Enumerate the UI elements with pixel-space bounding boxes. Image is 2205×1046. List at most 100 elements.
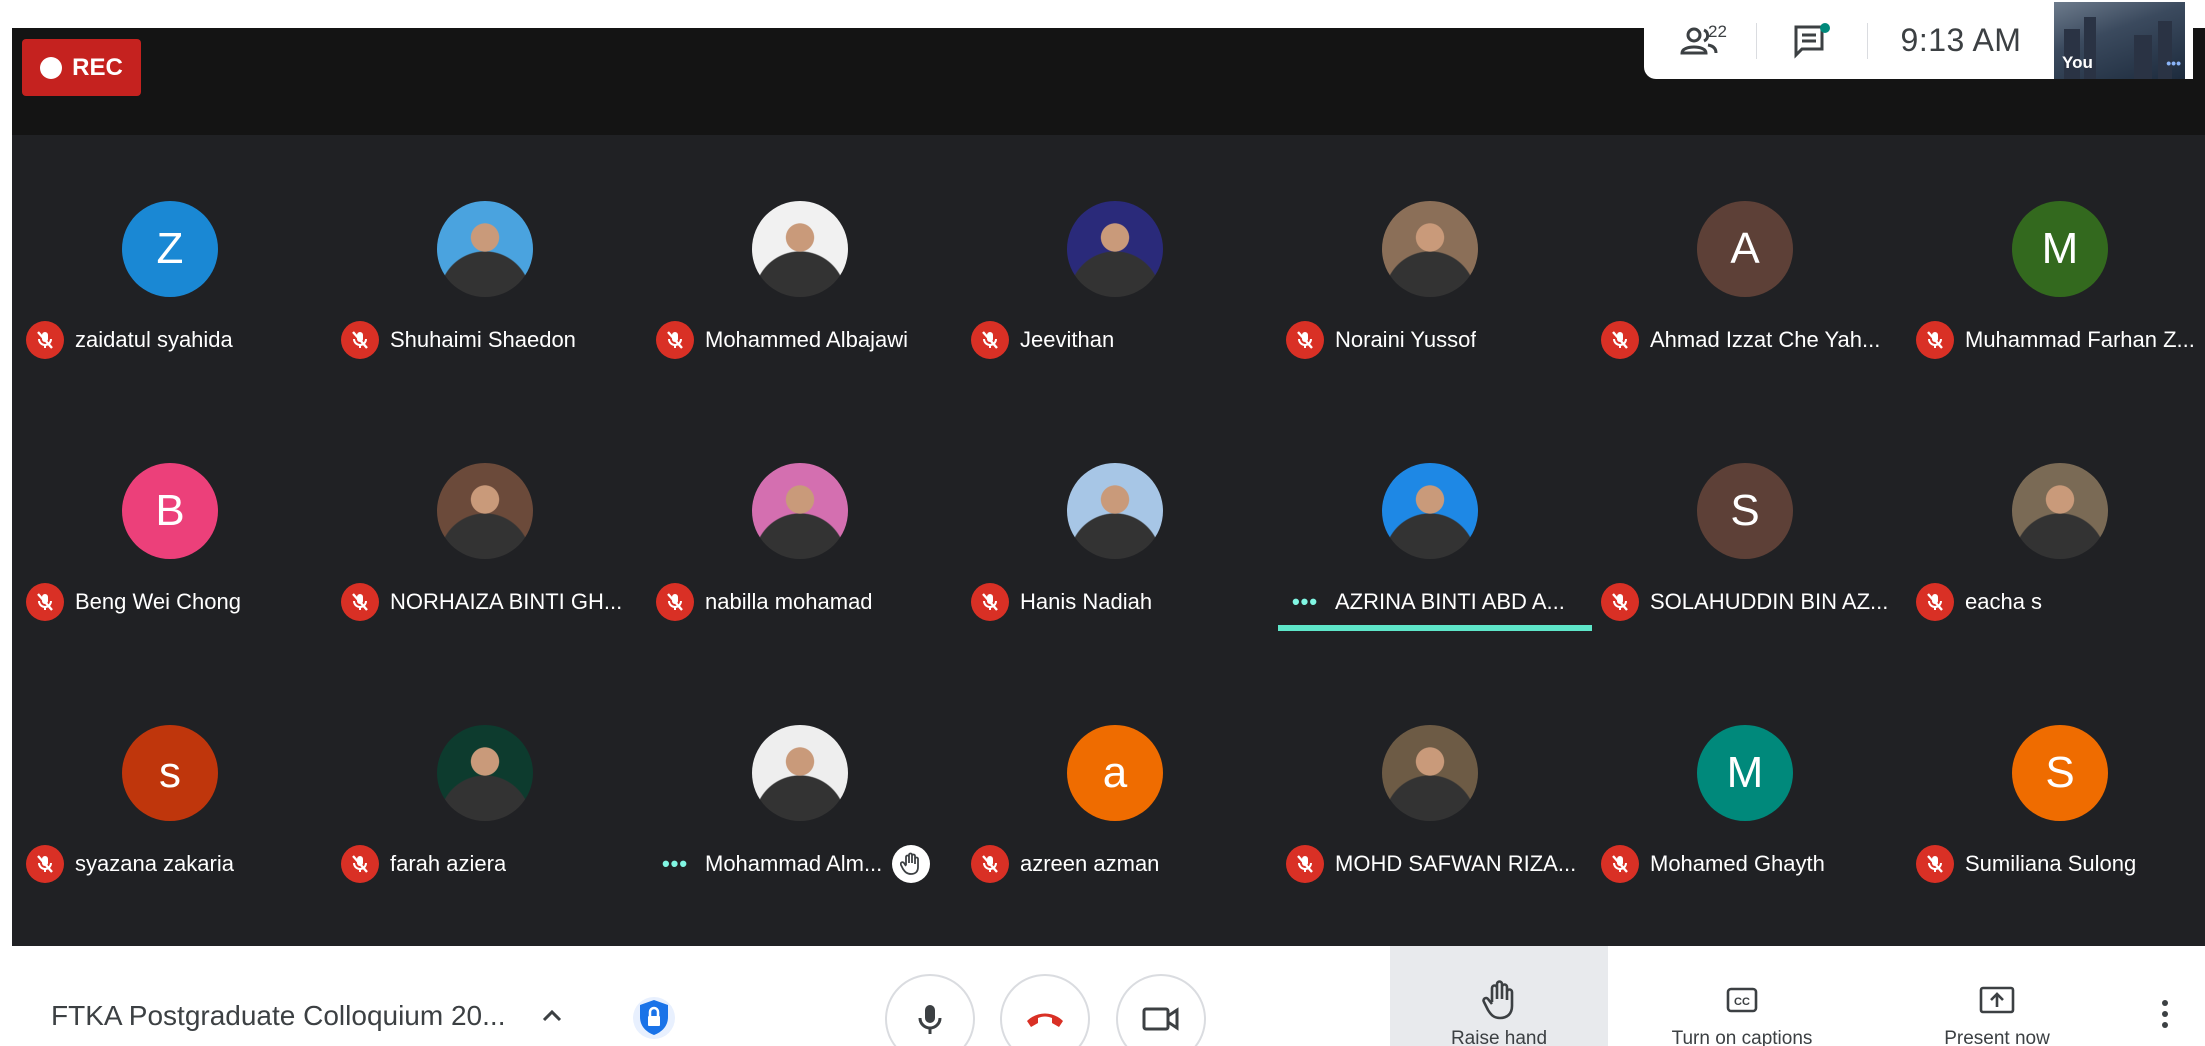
participant-photo — [437, 725, 533, 821]
participant-tile[interactable]: Noraini Yussof — [1272, 135, 1586, 395]
participant-tile[interactable]: B Beng Wei Chong — [12, 397, 326, 657]
participant-name-row: Shuhaimi Shaedon — [341, 319, 641, 361]
participant-count: 22 — [1708, 22, 1727, 41]
participant-tile[interactable]: M Muhammad Farhan Z... — [1902, 135, 2205, 395]
participant-name: eacha s — [1965, 589, 2043, 614]
participant-tile[interactable]: ••• Mohammad Alm... — [642, 659, 956, 919]
participant-name-row: Beng Wei Chong — [26, 581, 326, 623]
participant-tile[interactable]: M Mohamed Ghayth — [1587, 659, 1901, 919]
participant-tile[interactable]: eacha s — [1902, 397, 2205, 657]
participant-tile[interactable]: a azreen azman — [957, 659, 1271, 919]
more-vert-icon — [2162, 1000, 2168, 1006]
present-screen-icon — [1979, 986, 2015, 1014]
participant-name: zaidatul syahida — [75, 327, 233, 352]
more-dots-icon: ••• — [2166, 55, 2181, 71]
participant-name: azreen azman — [1020, 851, 1160, 876]
record-dot-icon — [40, 56, 63, 79]
building-shape — [2134, 35, 2152, 79]
mic-off-icon — [656, 583, 694, 621]
participant-name-row: NORHAIZA BINTI GH... — [341, 581, 641, 623]
participant-name: syazana zakaria — [75, 851, 234, 876]
self-label: You — [2062, 53, 2093, 72]
participant-name-row: SOLAHUDDIN BIN AZ... — [1601, 581, 1901, 623]
participant-name-row: ••• Mohammad Alm... — [656, 843, 956, 885]
participant-tile[interactable]: ••• AZRINA BINTI ABD A... — [1272, 397, 1592, 657]
participant-name: NORHAIZA BINTI GH... — [390, 589, 623, 614]
participant-photo — [1067, 201, 1163, 297]
participant-name-row: Mohamed Ghayth — [1601, 843, 1901, 885]
mic-off-icon — [1601, 583, 1639, 621]
shield-lock-icon[interactable] — [632, 992, 676, 1044]
more-options-button[interactable] — [2155, 1000, 2175, 1033]
people-button[interactable]: 22 — [1644, 2, 1756, 79]
closed-captions-icon: CC — [1726, 987, 1758, 1013]
participant-tile[interactable]: farah aziera — [327, 659, 641, 919]
mic-off-icon — [971, 845, 1009, 883]
video-camera-icon — [1142, 1007, 1179, 1031]
participant-name-row: Jeevithan — [971, 319, 1271, 361]
chevron-up-icon[interactable] — [538, 1002, 566, 1030]
participant-name-row: Mohammed Albajawi — [656, 319, 956, 361]
participant-avatar: B — [122, 463, 218, 559]
participant-name: nabilla mohamad — [705, 589, 873, 614]
participant-tile[interactable]: Hanis Nadiah — [957, 397, 1271, 657]
participant-tile[interactable]: A Ahmad Izzat Che Yah... — [1587, 135, 1901, 395]
participant-avatar: A — [1697, 201, 1793, 297]
participant-photo — [752, 463, 848, 559]
participant-tile[interactable]: nabilla mohamad — [642, 397, 956, 657]
participant-name: Hanis Nadiah — [1020, 589, 1153, 614]
mic-off-icon — [1286, 321, 1324, 359]
audio-level-icon: ••• — [661, 851, 689, 876]
mic-off-icon — [341, 845, 379, 883]
mic-off-icon — [1286, 845, 1324, 883]
self-video-tile[interactable]: You ••• — [2054, 2, 2185, 79]
mic-off-icon — [1916, 321, 1954, 359]
participant-name: AZRINA BINTI ABD A... — [1335, 589, 1565, 614]
recording-indicator: REC — [22, 39, 141, 96]
participant-name: Ahmad Izzat Che Yah... — [1650, 327, 1881, 352]
participant-tile[interactable]: s syazana zakaria — [12, 659, 326, 919]
participant-avatar: M — [2012, 201, 2108, 297]
participant-photo — [437, 463, 533, 559]
participant-avatar: s — [122, 725, 218, 821]
participant-photo — [752, 201, 848, 297]
mic-off-icon — [971, 583, 1009, 621]
participant-tile[interactable]: Shuhaimi Shaedon — [327, 135, 641, 395]
raised-hand-icon — [892, 845, 931, 883]
participant-avatar: S — [1697, 463, 1793, 559]
mic-off-icon — [26, 845, 64, 883]
mic-off-icon — [26, 583, 64, 621]
meeting-title[interactable]: FTKA Postgraduate Colloquium 20... — [51, 1000, 505, 1032]
more-vert-icon-dot — [2162, 1022, 2168, 1028]
participant-tile[interactable]: S SOLAHUDDIN BIN AZ... — [1587, 397, 1901, 657]
participant-avatar: M — [1697, 725, 1793, 821]
participant-name-row: azreen azman — [971, 843, 1271, 885]
participant-tile[interactable]: S Sumiliana Sulong — [1902, 659, 2205, 919]
participant-name: MOHD SAFWAN RIZA... — [1335, 851, 1577, 876]
mic-off-icon — [1601, 845, 1639, 883]
participant-tile[interactable]: MOHD SAFWAN RIZA... — [1272, 659, 1586, 919]
participant-name: farah aziera — [390, 851, 507, 876]
participant-photo — [1382, 201, 1478, 297]
chat-button[interactable] — [1757, 2, 1867, 79]
participant-name: Beng Wei Chong — [75, 589, 241, 614]
participant-tile[interactable]: Mohammed Albajawi — [642, 135, 956, 395]
audio-level-icon: ••• — [1291, 589, 1319, 614]
participant-name-row: Muhammad Farhan Z... — [1916, 319, 2205, 361]
participant-tile[interactable]: Zzaidatul syahida — [12, 135, 326, 395]
raise-hand-button[interactable]: Raise hand — [1399, 978, 1599, 1046]
participant-name: Mohammad Alm... — [705, 851, 883, 876]
participant-name-row: zaidatul syahida — [26, 319, 326, 361]
meeting-info-panel: 22 9:13 AM You ••• — [1644, 2, 2193, 79]
captions-button[interactable]: CC Turn on captions — [1642, 978, 1842, 1046]
participant-name-row: Noraini Yussof — [1286, 319, 1586, 361]
participant-tile[interactable]: Jeevithan — [957, 135, 1271, 395]
present-now-button[interactable]: Present now — [1897, 978, 2097, 1046]
participant-tile[interactable]: NORHAIZA BINTI GH... — [327, 397, 641, 657]
participant-name-row: ••• AZRINA BINTI ABD A... — [1286, 581, 1586, 623]
participant-name-row: farah aziera — [341, 843, 641, 885]
chat-icon — [1794, 22, 1830, 59]
hang-up-icon — [1027, 1013, 1063, 1027]
participant-name: Jeevithan — [1020, 327, 1115, 352]
participant-name: Sumiliana Sulong — [1965, 851, 2137, 876]
